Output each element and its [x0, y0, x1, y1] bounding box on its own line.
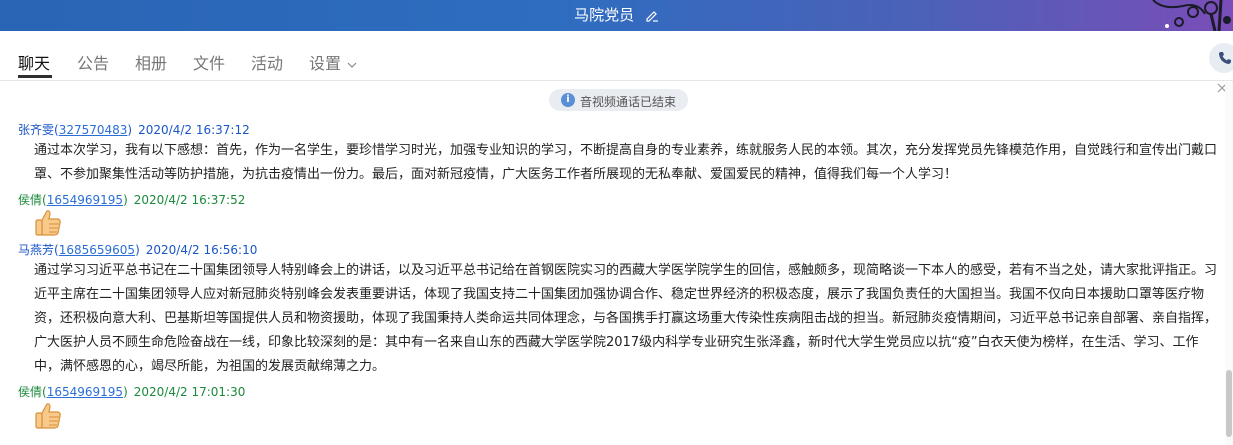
call-button[interactable] — [1209, 43, 1233, 73]
scrollbar-thumb[interactable] — [1226, 370, 1232, 437]
sender-name[interactable]: 张齐雯 — [18, 123, 54, 137]
message-time: 2020/4/2 16:56:10 — [145, 243, 258, 257]
call-ended-notice: i 音视频通话已结束 — [549, 89, 688, 111]
message-line: 广大医护人员不顾生命危险奋战在一线，印象比较深刻的是：其中有一名来自山东的西藏大… — [34, 335, 1199, 350]
sender-qq-link[interactable]: 1654969195 — [47, 385, 123, 399]
phone-icon — [1219, 52, 1231, 64]
message-line: 罩、不参加聚集性活动等防护措施，为抗击疫情出一份力。最后，面对新冠疫情，广大医务… — [34, 167, 958, 182]
message-line: 通过学习习近平总书记在二十国集团领导人特别峰会上的讲话，以及习近平总书记给在首钢… — [34, 263, 1218, 278]
tab-chat[interactable]: 聊天 — [18, 50, 50, 74]
chevron-down-icon — [347, 62, 357, 68]
tab-settings-label: 设置 — [309, 54, 342, 73]
message-line: 资，还积极向意大利、巴基斯坦等国提供人员和物资援助，体现了我国秉持人类命运共同体… — [34, 311, 1218, 326]
edit-icon[interactable] — [645, 8, 659, 22]
message-line: 近平主席在二十国集团领导人应对新冠肺炎特别峰会发表重要讲话，体现了我国支持二十国… — [34, 287, 1205, 302]
message-text: 通过本次学习，我有以下感想：首先，作为一名学生，要珍惜学习时光，加强专业知识的学… — [34, 139, 1224, 187]
thumbs-up-icon — [35, 403, 61, 429]
message-header: 马燕芳(1685659605) 2020/4/2 16:56:10 — [18, 243, 258, 257]
info-icon: i — [561, 93, 575, 107]
tab-bar: 聊天 公告 相册 文件 活动 设置 — [0, 31, 1233, 81]
message-line: 通过本次学习，我有以下感想：首先，作为一名学生，要珍惜学习时光，加强专业知识的学… — [34, 143, 1218, 158]
notice-text: 音视频通话已结束 — [580, 95, 677, 109]
tab-activity[interactable]: 活动 — [251, 50, 283, 74]
message-time: 2020/4/2 17:01:30 — [133, 385, 246, 399]
sender-name[interactable]: 侯倩 — [18, 193, 42, 207]
sender-qq-link[interactable]: 1654969195 — [47, 193, 123, 207]
sender-name[interactable]: 侯倩 — [18, 385, 42, 399]
tab-files[interactable]: 文件 — [193, 50, 225, 74]
title-bar: 马院党员 — [0, 0, 1233, 31]
window-title: 马院党员 — [574, 6, 635, 24]
message-header: 侯倩(1654969195) 2020/4/2 16:37:52 — [18, 193, 246, 207]
message-header: 侯倩(1654969195) 2020/4/2 17:01:30 — [18, 385, 246, 399]
sender-name[interactable]: 马燕芳 — [18, 243, 54, 257]
tab-settings[interactable]: 设置 — [309, 50, 357, 74]
message-time: 2020/4/2 16:37:52 — [133, 193, 246, 207]
message-text: 通过学习习近平总书记在二十国集团领导人特别峰会上的讲话，以及习近平总书记给在首钢… — [34, 259, 1224, 379]
thumbs-up-icon — [35, 210, 61, 236]
tab-album[interactable]: 相册 — [135, 50, 167, 74]
sender-qq-link[interactable]: 327570483 — [59, 123, 128, 137]
message-time: 2020/4/2 16:37:12 — [138, 123, 250, 137]
tab-announcement[interactable]: 公告 — [77, 50, 109, 74]
message-line: 中，满怀感恩的心，竭尽所能，为祖国的发展贡献绵薄之力。 — [34, 359, 386, 374]
skin-decoration-icon — [1152, 0, 1231, 31]
active-tab-indicator — [18, 75, 52, 78]
message-header: 张齐雯(327570483) 2020/4/2 16:37:12 — [18, 123, 250, 137]
sender-qq-link[interactable]: 1685659605 — [59, 243, 135, 257]
